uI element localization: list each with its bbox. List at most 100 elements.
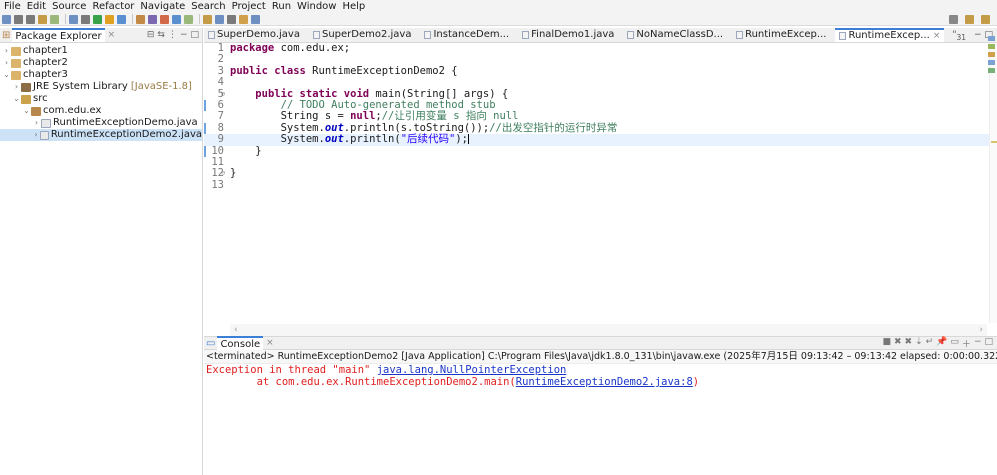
line-number[interactable]: 13: [204, 179, 226, 191]
toolbar-action-icon[interactable]: [50, 14, 59, 24]
task-list-icon[interactable]: [987, 44, 995, 49]
remove-launch-icon[interactable]: ✖: [894, 337, 902, 350]
chevron-right-icon[interactable]: ›: [12, 81, 21, 93]
tree-item[interactable]: › chapter2: [0, 57, 202, 69]
editor-tab[interactable]: InstanceDem...: [420, 28, 513, 42]
line-number[interactable]: 12: [204, 167, 226, 179]
search-icon[interactable]: [949, 15, 958, 24]
tree-item[interactable]: ⌄ src: [0, 93, 202, 105]
chevron-right-icon[interactable]: ›: [2, 57, 11, 69]
display-console-icon[interactable]: ▭: [950, 337, 959, 350]
console-tab[interactable]: Console: [217, 336, 264, 350]
toolbar-action-icon[interactable]: [38, 14, 47, 24]
code-line[interactable]: 9 System.out.println("后续代码");: [204, 133, 989, 146]
chevron-right-icon[interactable]: ›: [32, 129, 40, 141]
tree-item[interactable]: ⌄ com.edu.ex: [0, 105, 202, 117]
menu-navigate[interactable]: Navigate: [140, 1, 185, 13]
menu-file[interactable]: File: [4, 1, 21, 13]
toolbar-action-icon[interactable]: [203, 14, 212, 24]
menu-source[interactable]: Source: [52, 1, 86, 13]
minimize-icon[interactable]: −: [974, 28, 982, 42]
code-line[interactable]: 1 package com.edu.ex;: [204, 42, 989, 54]
toolbar-action-icon[interactable]: [81, 14, 90, 24]
line-number[interactable]: 4: [204, 76, 226, 88]
close-icon[interactable]: ×: [266, 338, 274, 348]
open-console-icon[interactable]: ＋: [962, 337, 971, 350]
toolbar-action-icon[interactable]: [227, 14, 236, 24]
view-menu-icon[interactable]: ⋮: [168, 30, 177, 40]
editor-tab[interactable]: SuperDemo2.java: [309, 28, 416, 42]
code-line[interactable]: 10 }: [204, 145, 989, 157]
pin-console-icon[interactable]: 📌: [936, 337, 947, 350]
code-line[interactable]: ⊖ 12}: [204, 167, 989, 179]
toolbar-action-icon[interactable]: [239, 14, 248, 24]
chevron-down-icon[interactable]: ⌄: [2, 69, 11, 81]
tree-item[interactable]: › JRE System Library [JavaSE-1.8]: [0, 81, 202, 93]
line-number[interactable]: 9: [204, 133, 226, 145]
code-line[interactable]: 13: [204, 179, 989, 191]
tree-item[interactable]: › RuntimeExceptionDemo2.java: [0, 129, 202, 141]
maximize-icon[interactable]: □: [984, 337, 993, 350]
toolbar-action-icon[interactable]: [172, 14, 181, 24]
menu-project[interactable]: Project: [232, 1, 266, 13]
tree-item[interactable]: › chapter1: [0, 45, 202, 57]
chevron-down-icon[interactable]: ⌄: [12, 93, 21, 105]
collapse-all-icon[interactable]: ⊟: [147, 30, 155, 40]
toolbar-action-icon[interactable]: [136, 14, 145, 24]
declaration-icon[interactable]: [987, 68, 995, 73]
toolbar-action-icon[interactable]: [148, 14, 157, 24]
chevron-right-icon[interactable]: ›: [32, 117, 41, 129]
scroll-right-icon[interactable]: ›: [979, 325, 983, 335]
outline-icon[interactable]: [987, 36, 995, 41]
problems-icon[interactable]: [987, 52, 995, 57]
toolbar-action-icon[interactable]: [14, 14, 23, 24]
toolbar-action-icon[interactable]: [93, 14, 102, 24]
code-line[interactable]: 3 public class RuntimeExceptionDemo2 {: [204, 65, 989, 77]
minimize-icon[interactable]: −: [180, 30, 188, 40]
terminate-icon[interactable]: ■: [882, 337, 891, 350]
horizontal-scrollbar[interactable]: ‹ ›: [230, 324, 987, 336]
open-perspective-icon[interactable]: [965, 15, 974, 24]
chevron-down-icon[interactable]: ⌄: [22, 105, 31, 117]
editor-tab-active[interactable]: RuntimeExcep... ×: [835, 28, 945, 43]
maximize-icon[interactable]: □: [190, 30, 199, 40]
menu-window[interactable]: Window: [297, 1, 336, 13]
more-tabs-button[interactable]: "31: [949, 28, 969, 42]
code-line[interactable]: 11: [204, 156, 989, 168]
toolbar-action-icon[interactable]: [117, 14, 126, 24]
toolbar-action-icon[interactable]: [160, 14, 169, 24]
exception-class-link[interactable]: java.lang.NullPointerException: [377, 364, 567, 376]
menu-edit[interactable]: Edit: [27, 1, 46, 13]
editor-tab[interactable]: NoNameClassD...: [623, 28, 727, 42]
minimize-icon[interactable]: −: [974, 337, 982, 350]
chevron-right-icon[interactable]: ›: [2, 45, 11, 57]
close-icon[interactable]: ×: [933, 29, 941, 43]
source-location-link[interactable]: RuntimeExceptionDemo2.java:8: [516, 376, 693, 388]
editor-tab[interactable]: SuperDemo.java: [204, 28, 304, 42]
scroll-left-icon[interactable]: ‹: [234, 325, 238, 335]
toolbar-action-icon[interactable]: [184, 14, 193, 24]
scroll-lock-icon[interactable]: ⇣: [915, 337, 923, 350]
package-explorer-tab[interactable]: Package Explorer: [12, 28, 105, 42]
editor-tab[interactable]: FinalDemo1.java: [518, 28, 618, 42]
toolbar-action-icon[interactable]: [251, 14, 260, 24]
link-editor-icon[interactable]: ⇆: [157, 30, 165, 40]
menu-refactor[interactable]: Refactor: [92, 1, 134, 13]
word-wrap-icon[interactable]: ↵: [926, 337, 934, 350]
remove-all-icon[interactable]: ✖: [905, 337, 913, 350]
code-area[interactable]: 1 package com.edu.ex; 2 3 public class Runti…: [204, 42, 989, 323]
javadoc-icon[interactable]: [987, 60, 995, 65]
close-icon[interactable]: ×: [108, 30, 116, 40]
editor-tab[interactable]: RuntimeExcep...: [732, 28, 830, 42]
tree-item[interactable]: ⌄ chapter3: [0, 69, 202, 81]
toolbar-action-icon[interactable]: [2, 14, 11, 24]
menu-help[interactable]: Help: [342, 1, 365, 13]
menu-run[interactable]: Run: [272, 1, 291, 13]
java-perspective-icon[interactable]: [981, 15, 990, 24]
toolbar-action-icon[interactable]: [215, 14, 224, 24]
menu-search[interactable]: Search: [191, 1, 225, 13]
toolbar-action-icon[interactable]: [26, 14, 35, 24]
toolbar-action-icon[interactable]: [105, 14, 114, 24]
toolbar-action-icon[interactable]: [69, 14, 78, 24]
tree-item[interactable]: › RuntimeExceptionDemo.java: [0, 117, 202, 129]
